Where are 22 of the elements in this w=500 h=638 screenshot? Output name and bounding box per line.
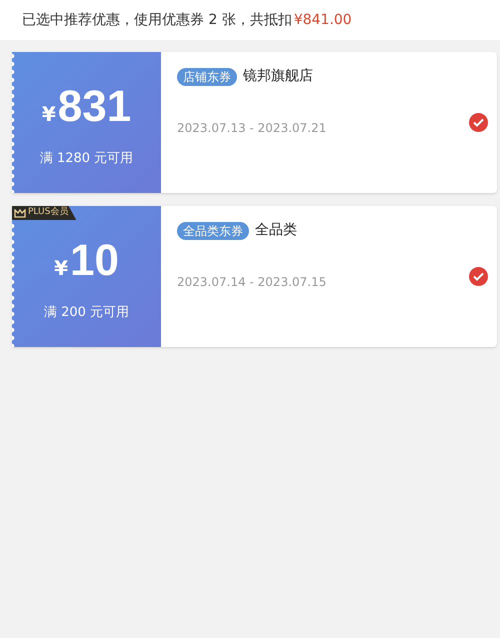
validity-dates: 2023.07.13 - 2023.07.21 bbox=[177, 120, 328, 137]
coupon-card[interactable]: ¥831 满 1280 元可用 店铺东券 镜邦旗舰店 2023.07.13 - 2023.07.21 bbox=[12, 52, 497, 193]
select-checkbox[interactable] bbox=[469, 267, 488, 286]
select-checkbox[interactable] bbox=[469, 113, 488, 132]
coupon-name: 全品类 bbox=[255, 221, 297, 240]
usage-condition: 满 1280 元可用 bbox=[40, 150, 134, 168]
coupon-tag: 全品类东券 bbox=[177, 222, 249, 240]
currency-symbol: ¥ bbox=[42, 100, 56, 128]
coupon-amount: 831 bbox=[58, 84, 132, 129]
usage-condition: 满 200 元可用 bbox=[44, 304, 130, 322]
check-icon bbox=[473, 118, 484, 127]
coupon-name: 镜邦旗舰店 bbox=[243, 67, 313, 86]
coupon-tag: 店铺东券 bbox=[177, 68, 237, 86]
coupon-card[interactable]: PLUS会员 ¥10 满 200 元可用 全品类东券 全品类 2023.07.14 - 2023.07.15 bbox=[12, 206, 497, 347]
badge-text: PLUS会员 bbox=[28, 206, 68, 220]
crown-icon bbox=[14, 208, 26, 218]
validity-dates: 2023.07.14 - 2023.07.15 bbox=[177, 274, 328, 291]
discount-amount: ¥841.00 bbox=[294, 10, 352, 30]
check-icon bbox=[473, 272, 484, 281]
summary-text: 已选中推荐优惠，使用优惠券 2 张，共抵扣 bbox=[22, 10, 292, 30]
coupon-amount: 10 bbox=[70, 238, 119, 283]
currency-symbol: ¥ bbox=[54, 254, 68, 282]
